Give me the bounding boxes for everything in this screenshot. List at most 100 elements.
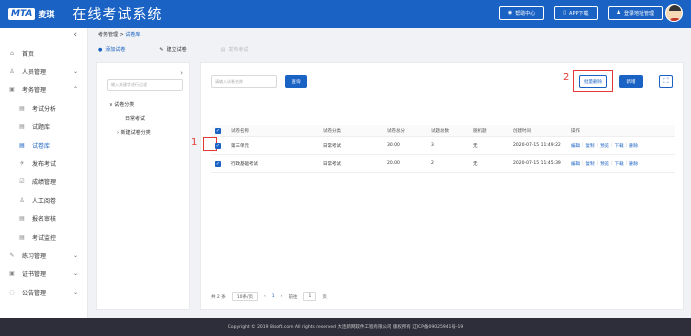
chevron-icon: ⌄ <box>72 270 78 278</box>
sidebar-item-13[interactable]: ◌ 公告管理 ⌄ <box>0 283 88 301</box>
row-select-cell[interactable]: ✓ <box>215 155 221 172</box>
score-icon: ☑ <box>19 178 25 186</box>
paper-name: 第三单元 <box>231 143 249 149</box>
sidebar-item-11[interactable]: ✎ 练习管理 ⌄ <box>0 246 88 264</box>
login-address-label: 登录地址管理 <box>623 10 654 17</box>
row-checkbox[interactable]: ✓ <box>215 142 221 149</box>
sidebar-item-label: 试卷库 <box>32 142 51 150</box>
step-tabs: ● 添加试卷 ✎ 建立试卷 ▤ 发布考试 <box>98 46 248 54</box>
sidebar-item-0[interactable]: ⌂ 首页 <box>0 44 88 62</box>
column-header: 试题总数 <box>431 128 449 134</box>
sidebar-item-label: 证书管理 <box>22 271 47 279</box>
category-tree-panel: › 输入关键字进行过滤 ∨ 试卷分类 日常考试 › 新建试卷分类 <box>96 62 190 310</box>
notice-icon: ◌ <box>9 288 15 296</box>
row-op-link[interactable]: 删除 <box>629 161 638 167</box>
footer: Copyright © 2019 8isoft.com All rights r… <box>0 318 691 336</box>
sidebar-item-label: 公告管理 <box>22 289 47 297</box>
row-op-link[interactable]: 删除 <box>629 143 638 149</box>
op-separator: | <box>625 143 628 148</box>
sidebar-item-10[interactable]: ▤ 考试监控 <box>0 228 88 246</box>
step-build-paper[interactable]: ✎ 建立试卷 <box>159 46 186 54</box>
column-header: 试卷总分 <box>387 128 405 134</box>
user-icon: ♟ <box>616 10 621 16</box>
page-size-select[interactable]: 10条/页 <box>231 292 258 301</box>
sidebar-item-5[interactable]: ▤ 试卷库 <box>0 136 88 154</box>
tree-node-daily-exam[interactable]: 日常考试 <box>125 115 145 122</box>
table-row[interactable]: ✓ 第三单元 日常考试 30.00 3 无 2020-07-15 11:49:22 编辑 | 复制… <box>211 137 675 155</box>
row-checkbox[interactable]: ✓ <box>215 160 221 167</box>
select-all-checkbox[interactable]: ✓ <box>215 127 221 134</box>
total-count: 共 2 条 <box>211 294 226 300</box>
paper-total: 20.00 <box>387 161 400 166</box>
sidebar-item-1[interactable]: ♙ 人员管理 ⌄ <box>0 62 88 80</box>
sidebar-item-8[interactable]: ♙ 人工阅卷 <box>0 191 88 209</box>
row-op-link[interactable]: 编辑 <box>571 161 580 167</box>
row-op-link[interactable]: 下载 <box>615 143 624 149</box>
batch-delete-button[interactable]: 批量删除 <box>579 75 607 88</box>
select-all-cell[interactable]: ✓ <box>215 125 221 136</box>
add-paper-button[interactable]: 新增 <box>619 75 643 88</box>
annotation-number-1: 1 <box>191 137 198 148</box>
analysis-icon: ▤ <box>19 104 25 112</box>
tree-node-root[interactable]: ∨ 试卷分类 <box>109 101 134 108</box>
sidebar-item-7[interactable]: ☑ 成绩管理 <box>0 173 88 191</box>
sidebar: ‹ ⌂ 首页 ♙ 人员管理 ⌄ ▣ 考务管理 ⌃ ▤ 考试分析 ▤ 试题库 ▤ 试卷库 ✈ 发布考试 ☑ 成绩管理… <box>0 28 88 318</box>
logo: MTA 麦琪 <box>8 8 54 20</box>
exam-icon: ▣ <box>9 86 15 94</box>
top-actions: ◉ 帮助中心 ▯ APP下载 ♟ 登录地址管理 <box>498 6 663 20</box>
step-add-paper[interactable]: ● 添加试卷 <box>98 46 125 54</box>
goto-unit: 页 <box>322 294 327 300</box>
help-center-label: 帮助中心 <box>515 10 536 17</box>
breadcrumb-current: 试卷库 <box>125 32 141 38</box>
publish-icon: ✈ <box>19 160 25 168</box>
op-separator: | <box>596 143 599 148</box>
next-page-button[interactable]: › <box>281 294 283 299</box>
current-page[interactable]: 1 <box>272 294 275 299</box>
row-op-link[interactable]: 编辑 <box>571 143 580 149</box>
op-separator: | <box>611 161 613 166</box>
sidebar-item-label: 考试分析 <box>32 105 57 113</box>
sidebar-item-2[interactable]: ▣ 考务管理 ⌃ <box>0 81 88 99</box>
app-download-button[interactable]: ▯ APP下载 <box>554 6 598 20</box>
paper-table-panel: 请输入试卷名称 查询 2 批量删除 新增 ⛶ 1 ✓ 试卷名称 试卷分类 试卷总… <box>191 62 684 310</box>
query-button[interactable]: 查询 <box>285 75 307 88</box>
paper-search-input[interactable]: 请输入试卷名称 <box>211 75 277 88</box>
sidebar-item-label: 试题库 <box>32 124 51 132</box>
table-row[interactable]: ✓ 行政基础考试 日常考试 20.00 2 无 2020-07-15 11:45:39 编辑 |… <box>211 155 675 173</box>
help-center-button[interactable]: ◉ 帮助中心 <box>498 6 545 20</box>
certificate-icon: ▣ <box>9 270 15 278</box>
fullscreen-icon[interactable]: ⛶ <box>659 75 673 88</box>
row-op-link[interactable]: 复制 <box>586 143 595 149</box>
review-icon: ♙ <box>19 196 25 204</box>
breadcrumb-parent[interactable]: 考务管理 <box>98 32 118 38</box>
avatar[interactable] <box>665 4 683 22</box>
paper-name: 行政基础考试 <box>231 161 258 167</box>
prev-page-button[interactable]: ‹ <box>264 294 266 299</box>
goto-page-input[interactable]: 1 <box>303 292 317 301</box>
sidebar-item-12[interactable]: ▣ 证书管理 ⌄ <box>0 265 88 283</box>
sidebar-item-4[interactable]: ▤ 试题库 <box>0 118 88 136</box>
sidebar-item-9[interactable]: ▤ 报名审核 <box>0 210 88 228</box>
sidebar-item-3[interactable]: ▤ 考试分析 <box>0 99 88 117</box>
row-op-link[interactable]: 预览 <box>600 143 609 149</box>
row-operations: 编辑 | 复制 | 预览 | 下载 | 删除 <box>571 155 640 172</box>
pagination: 共 2 条 10条/页 ‹ 1 › 前往 1 页 <box>211 292 327 301</box>
tree-toggle-icon[interactable]: › <box>180 69 183 77</box>
tree-filter-input[interactable]: 输入关键字进行过滤 <box>107 79 183 91</box>
row-op-link[interactable]: 下载 <box>615 161 624 167</box>
row-op-link[interactable]: 复制 <box>586 161 595 167</box>
op-separator: | <box>611 143 613 148</box>
logo-mark: MTA <box>8 8 36 20</box>
collapse-icon[interactable]: ‹ <box>73 30 77 40</box>
row-op-link[interactable]: 预览 <box>600 161 609 167</box>
login-address-button[interactable]: ♟ 登录地址管理 <box>607 6 663 20</box>
chevron-icon: ⌄ <box>72 251 78 259</box>
sidebar-item-6[interactable]: ✈ 发布考试 <box>0 154 88 172</box>
paper-total: 30.00 <box>387 143 400 148</box>
row-select-cell[interactable]: ✓ <box>215 137 221 154</box>
paper-category: 日常考试 <box>323 161 341 167</box>
monitor-icon: ▤ <box>19 233 25 241</box>
goto-label: 前往 <box>288 294 298 300</box>
logo-text: 麦琪 <box>38 9 55 19</box>
tree-node-new-category[interactable]: › 新建试卷分类 <box>117 129 151 136</box>
